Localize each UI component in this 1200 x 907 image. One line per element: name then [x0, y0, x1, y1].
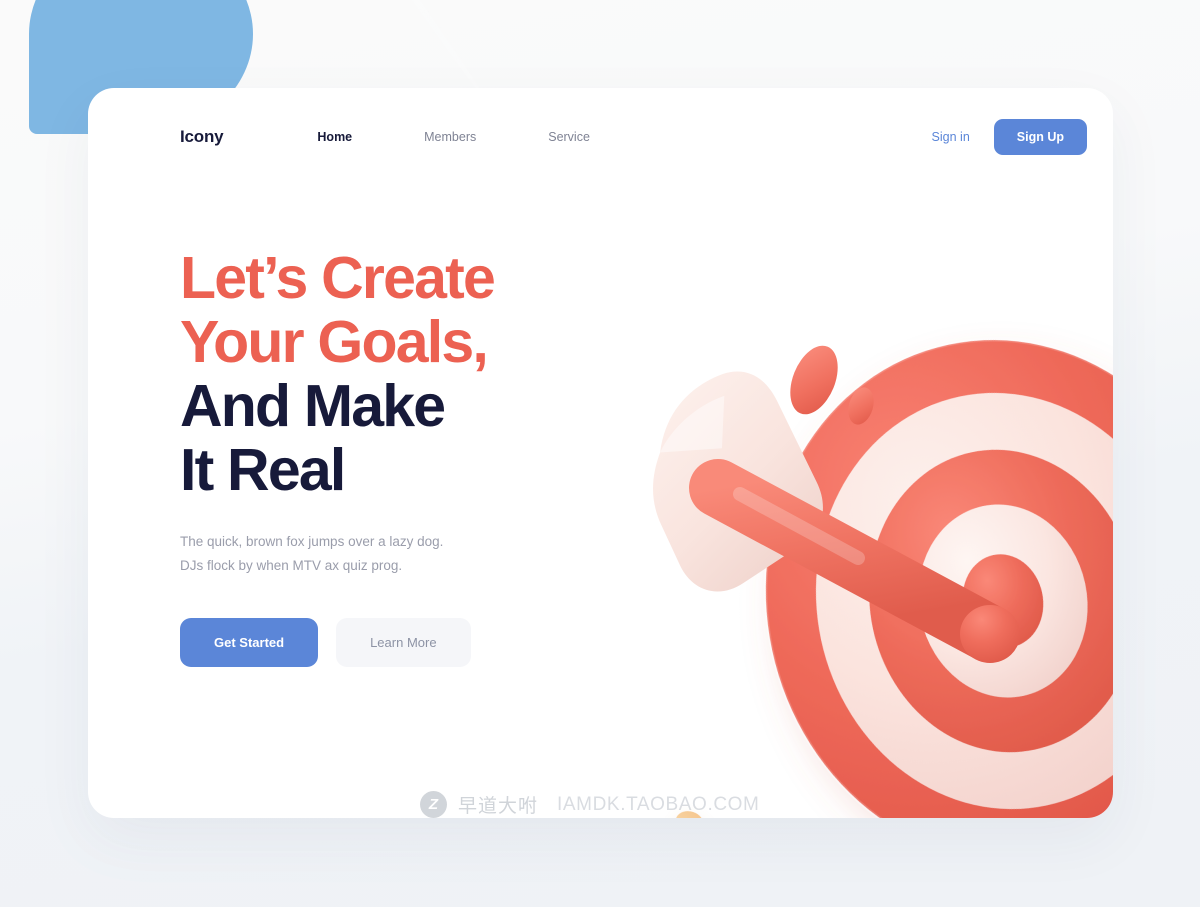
hero-copy: Let’s Create Your Goals, And Make It Rea… [180, 246, 600, 667]
coral-ellipse-large [790, 345, 838, 415]
target-rings [764, 338, 1113, 818]
subcopy-line-1: The quick, brown fox jumps over a lazy d… [180, 534, 444, 549]
page-root: Icony Home Members Service Sign in Sign … [0, 0, 1200, 907]
hero-illustration [558, 238, 1113, 818]
orange-plus [621, 811, 734, 818]
arrow-shaft [689, 459, 1020, 663]
brand-logo[interactable]: Icony [180, 127, 224, 147]
nav-links: Home Members Service [317, 124, 662, 150]
top-navigation: Icony Home Members Service Sign in Sign … [88, 88, 1113, 186]
page-title: Let’s Create Your Goals, And Make It Rea… [180, 246, 600, 502]
hero-card: Icony Home Members Service Sign in Sign … [88, 88, 1113, 818]
arrow-fletching [653, 371, 823, 592]
learn-more-button[interactable]: Learn More [336, 618, 471, 667]
nav-item-service[interactable]: Service [548, 124, 590, 150]
get-started-button[interactable]: Get Started [180, 618, 319, 667]
nav-actions: Sign in Sign Up [932, 119, 1087, 155]
sign-up-button[interactable]: Sign Up [993, 119, 1087, 155]
hero-subcopy: The quick, brown fox jumps over a lazy d… [180, 530, 600, 578]
coral-ellipse-small [848, 387, 874, 425]
nav-item-members[interactable]: Members [424, 124, 476, 150]
nav-item-home[interactable]: Home [317, 124, 352, 150]
subcopy-line-2: DJs flock by when MTV ax quiz prog. [180, 558, 403, 573]
sign-in-link[interactable]: Sign in [932, 130, 970, 144]
headline-line-4: It Real [180, 437, 346, 503]
headline-line-1: Let’s Create [180, 245, 496, 311]
headline-line-2: Your Goals, [180, 309, 489, 375]
headline-line-3: And Make [180, 373, 446, 439]
cta-row: Get Started Learn More [180, 618, 600, 667]
